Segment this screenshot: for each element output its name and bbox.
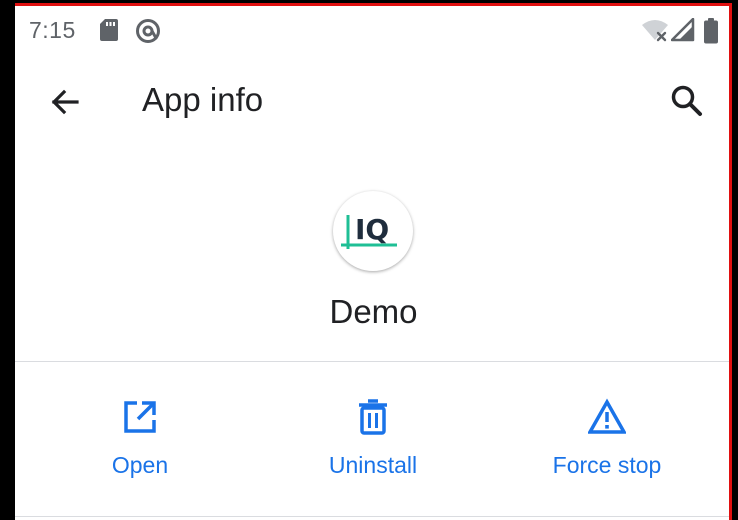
status-time: 7:15: [29, 17, 76, 43]
force-stop-label: Force stop: [552, 452, 662, 478]
device-screen: 7:15 App info IQ Demo Open Uninstall For…: [15, 3, 732, 520]
logo-text: IQ: [355, 213, 389, 246]
uninstall-label: Uninstall: [328, 452, 418, 478]
open-label: Open: [111, 452, 169, 478]
signal-icon: [671, 18, 695, 42]
force-stop-button[interactable]: Force stop: [517, 386, 697, 496]
uninstall-button[interactable]: Uninstall: [283, 386, 463, 496]
warning-icon: [588, 398, 626, 434]
battery-icon: [704, 18, 718, 44]
divider: [15, 361, 729, 362]
app-icon: IQ: [333, 191, 413, 271]
open-button[interactable]: Open: [50, 386, 230, 496]
app-name: Demo: [329, 293, 418, 330]
iq-logo-icon: IQ: [341, 213, 397, 249]
open-in-new-icon: [124, 401, 156, 433]
status-bar: 7:15: [15, 6, 729, 54]
search-icon[interactable]: [668, 82, 706, 120]
page-title: App info: [142, 81, 264, 118]
sd-card-icon: [100, 19, 118, 41]
at-sign-icon: [136, 19, 160, 43]
wifi-off-icon: [642, 20, 668, 42]
trash-icon: [359, 399, 387, 435]
arrow-back-icon[interactable]: [47, 84, 83, 120]
divider: [15, 516, 729, 517]
